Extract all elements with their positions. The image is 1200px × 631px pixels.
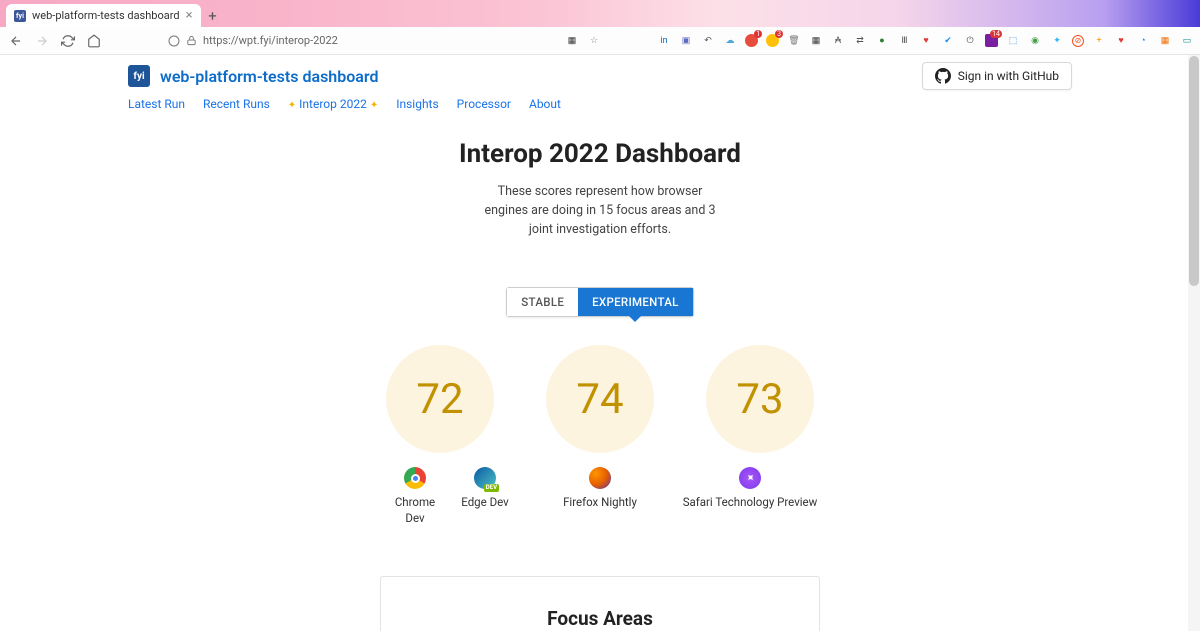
bookmark-star-icon[interactable]: ☆ <box>587 34 601 48</box>
sparkle-icon: ✦ <box>370 100 378 111</box>
extension-icons: ▦ ☆ in ▣ ↶ ☁ 1 3 🗑 ▦ ₳ ⇄ ● Ⅲ ♥ ✔ ⏻ 14 ⬚ … <box>565 32 1200 49</box>
tab-close-icon[interactable]: × <box>186 9 193 22</box>
github-icon <box>935 68 951 84</box>
ext-icon-16[interactable]: 14 <box>985 34 998 47</box>
qr-icon[interactable]: ▦ <box>565 34 579 48</box>
browser-chrome-label: Chrome Dev <box>385 495 445 526</box>
page-title: Interop 2022 Dashboard <box>0 139 1200 169</box>
signin-label: Sign in with GitHub <box>958 69 1059 83</box>
ext-icon-2[interactable]: ▣ <box>679 34 693 48</box>
ext-icon-17[interactable]: ⬚ <box>1006 34 1020 48</box>
score-circle-1: 72 <box>386 345 494 453</box>
back-button[interactable] <box>8 33 24 49</box>
nav-about[interactable]: About <box>529 97 561 111</box>
sparkle-icon: ✦ <box>288 100 296 111</box>
channel-toggle: STABLE EXPERIMENTAL <box>506 287 693 317</box>
browser-chrome: Chrome Dev <box>385 467 445 526</box>
site-title[interactable]: web-platform-tests dashboard <box>160 67 379 86</box>
ext-icon-9[interactable]: ₳ <box>831 34 845 48</box>
ext-icon-10[interactable]: ⇄ <box>853 34 867 48</box>
ext-icon-11[interactable]: ● <box>875 34 889 48</box>
ext-icon-20[interactable]: ⊘ <box>1072 35 1084 47</box>
nav-latest-run[interactable]: Latest Run <box>128 97 185 111</box>
ext-icon-14[interactable]: ✔ <box>941 34 955 48</box>
ext-icon-6[interactable]: 3 <box>766 34 779 47</box>
lock-icon <box>186 35 197 46</box>
shield-icon <box>168 35 180 47</box>
page-subtitle: These scores represent how browser engin… <box>480 183 720 239</box>
ext-icon-22[interactable]: ♥ <box>1114 34 1128 48</box>
toggle-experimental[interactable]: EXPERIMENTAL <box>578 288 693 316</box>
ext-icon-19[interactable]: ✦ <box>1050 34 1064 48</box>
ext-icon-21[interactable]: + <box>1092 34 1106 48</box>
signin-github-button[interactable]: Sign in with GitHub <box>922 62 1072 90</box>
browser-edge: DEV Edge Dev <box>455 467 515 526</box>
ext-icon-1[interactable]: in <box>657 34 671 48</box>
browser-toolbar: https://wpt.fyi/interop-2022 ▦ ☆ in ▣ ↶ … <box>0 27 1200 55</box>
ext-icon-5[interactable]: 1 <box>745 34 758 47</box>
focus-areas-title: Focus Areas <box>421 607 779 630</box>
nav-interop-2022[interactable]: ✦ Interop 2022 ✦ <box>288 97 378 111</box>
tab-favicon-icon: fyi <box>14 10 26 22</box>
browser-safari-label: Safari Technology Preview <box>680 495 820 511</box>
score-circle-2: 74 <box>546 345 654 453</box>
tab-title: web-platform-tests dashboard <box>32 9 180 22</box>
scrollbar-thumb[interactable] <box>1189 56 1199 286</box>
browser-tab-strip: fyi web-platform-tests dashboard × + <box>0 0 1200 27</box>
ext-icon-18[interactable]: ◉ <box>1028 34 1042 48</box>
nav-recent-runs[interactable]: Recent Runs <box>203 97 270 111</box>
safari-icon: ✦ <box>739 467 761 489</box>
browser-edge-label: Edge Dev <box>455 495 515 511</box>
ext-icon-4[interactable]: ☁ <box>723 34 737 48</box>
ext-icon-8[interactable]: ▦ <box>809 34 823 48</box>
ext-icon-23[interactable]: ◔ <box>1136 34 1150 48</box>
url-bar[interactable]: https://wpt.fyi/interop-2022 <box>162 31 557 51</box>
chrome-icon <box>404 467 426 489</box>
page-content: fyi web-platform-tests dashboard Sign in… <box>0 55 1200 631</box>
url-text: https://wpt.fyi/interop-2022 <box>203 34 338 47</box>
site-nav: Latest Run Recent Runs ✦ Interop 2022 ✦ … <box>104 97 1096 117</box>
ext-icon-3[interactable]: ↶ <box>701 34 715 48</box>
edge-icon: DEV <box>474 467 496 489</box>
site-header: fyi web-platform-tests dashboard Sign in… <box>104 55 1096 97</box>
nav-processor[interactable]: Processor <box>457 97 511 111</box>
ext-icon-12[interactable]: Ⅲ <box>897 34 911 48</box>
ext-icon-15[interactable]: ⏻ <box>963 34 977 48</box>
nav-interop-label: Interop 2022 <box>299 97 367 111</box>
firefox-icon <box>589 467 611 489</box>
forward-button[interactable] <box>34 33 50 49</box>
new-tab-button[interactable]: + <box>201 4 225 27</box>
ext-icon-25[interactable]: ▭ <box>1180 34 1194 48</box>
ext-icon-13[interactable]: ♥ <box>919 34 933 48</box>
main-content: Interop 2022 Dashboard These scores repr… <box>0 117 1200 631</box>
browser-tab[interactable]: fyi web-platform-tests dashboard × <box>6 4 201 27</box>
browser-safari: ✦ Safari Technology Preview <box>680 467 820 526</box>
browser-firefox: Firefox Nightly <box>540 467 660 526</box>
browser-row: Chrome Dev DEV Edge Dev Firefox Nightly … <box>0 467 1200 526</box>
reload-button[interactable] <box>60 33 76 49</box>
toggle-stable[interactable]: STABLE <box>507 288 578 316</box>
score-row: 72 74 73 <box>0 345 1200 453</box>
site-logo-icon[interactable]: fyi <box>128 65 150 87</box>
ext-icon-24[interactable]: ▦ <box>1158 34 1172 48</box>
focus-areas-card: Focus Areas Here you can see how focus a… <box>380 576 820 631</box>
browser-firefox-label: Firefox Nightly <box>540 495 660 511</box>
nav-insights[interactable]: Insights <box>396 97 438 111</box>
score-circle-3: 73 <box>706 345 814 453</box>
ext-icon-7[interactable]: 🗑 <box>787 34 801 48</box>
home-button[interactable] <box>86 33 102 49</box>
